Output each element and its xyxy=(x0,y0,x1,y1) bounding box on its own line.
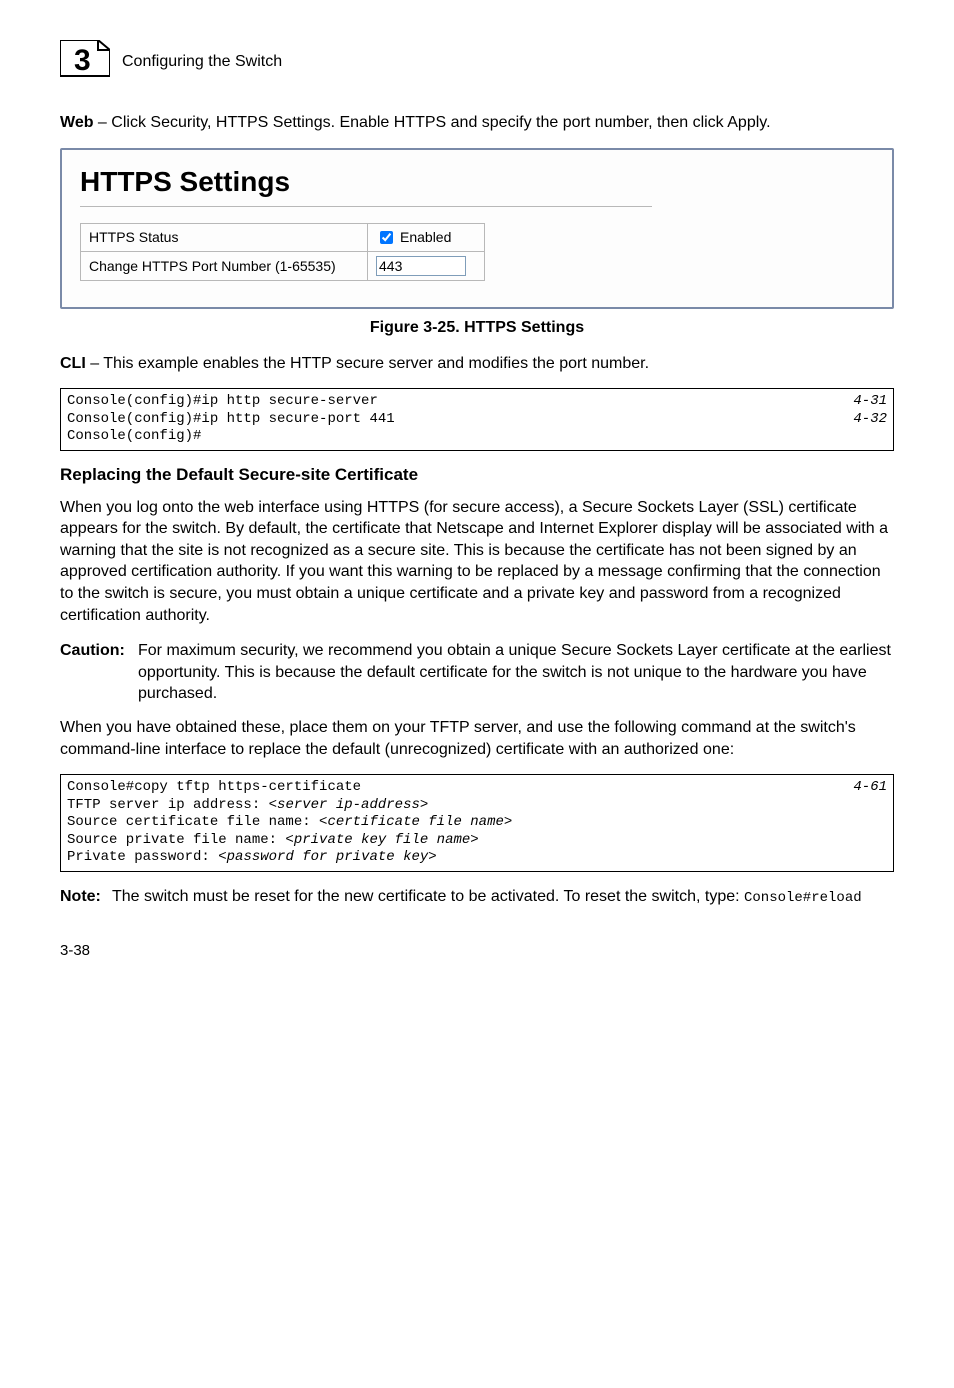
code-text: > xyxy=(428,849,436,865)
code-text: Source certificate file name: < xyxy=(67,814,327,830)
code-text: > xyxy=(470,832,478,848)
code-arg: password for private key xyxy=(227,849,429,865)
https-status-cell: Enabled xyxy=(368,223,485,251)
code-text: Source private file name: < xyxy=(67,832,294,848)
panel-divider xyxy=(80,206,652,207)
https-enabled-checkbox[interactable] xyxy=(380,231,393,244)
code-cmd: Console(config)# xyxy=(67,428,201,446)
port-number-cell xyxy=(368,251,485,280)
https-settings-panel: HTTPS Settings HTTPS Status Enabled Chan… xyxy=(60,148,894,309)
settings-table: HTTPS Status Enabled Change HTTPS Port N… xyxy=(80,223,485,281)
note-block: Note: The switch must be reset for the n… xyxy=(60,886,894,908)
caution-block: Caution: For maximum security, we recomm… xyxy=(60,640,894,705)
note-code: Console#reload xyxy=(744,890,862,906)
note-lead: Note: xyxy=(60,886,112,908)
code-text: > xyxy=(504,814,512,830)
cli-lead: CLI xyxy=(60,355,86,372)
caution-lead: Caution: xyxy=(60,640,138,705)
code-ref: 4-32 xyxy=(853,411,887,429)
note-text: The switch must be reset for the new cer… xyxy=(112,888,744,905)
chapter-tab-icon: 3 xyxy=(60,40,110,84)
breadcrumb: Configuring the Switch xyxy=(122,53,282,71)
table-row: Change HTTPS Port Number (1-65535) xyxy=(81,251,485,280)
port-number-input[interactable] xyxy=(376,256,466,276)
https-status-label: HTTPS Status xyxy=(81,223,368,251)
code-arg: server ip-address xyxy=(277,797,420,813)
web-lead: Web xyxy=(60,114,93,131)
code-arg: certificate file name xyxy=(327,814,503,830)
chapter-number: 3 xyxy=(74,44,91,77)
code-text: TFTP server ip address: < xyxy=(67,797,277,813)
caution-text: For maximum security, we recommend you o… xyxy=(138,640,894,705)
figure-caption: Figure 3-25. HTTPS Settings xyxy=(60,319,894,337)
cli-text: This example enables the HTTP secure ser… xyxy=(103,355,649,372)
port-number-label: Change HTTPS Port Number (1-65535) xyxy=(81,251,368,280)
cli-sep: – xyxy=(86,355,104,372)
code-text: Private password: < xyxy=(67,849,227,865)
paragraph-1: When you log onto the web interface usin… xyxy=(60,497,894,627)
web-text: Click Security, HTTPS Settings. Enable H… xyxy=(111,114,770,131)
note-body: The switch must be reset for the new cer… xyxy=(112,886,894,908)
code-block-1: Console(config)#ip http secure-server 4-3… xyxy=(60,388,894,451)
code-block-2: Console#copy tftp https-certificate 4-61 T… xyxy=(60,774,894,872)
code-ref: 4-31 xyxy=(853,393,887,411)
table-row: HTTPS Status Enabled xyxy=(81,223,485,251)
code-arg: private key file name xyxy=(294,832,470,848)
https-enabled-label: Enabled xyxy=(400,229,451,245)
page-header: 3 Configuring the Switch xyxy=(60,40,894,84)
page-number: 3-38 xyxy=(60,942,894,959)
paragraph-2: When you have obtained these, place them… xyxy=(60,717,894,760)
subheading: Replacing the Default Secure-site Certif… xyxy=(60,465,894,485)
code-cmd: Console(config)#ip http secure-server xyxy=(67,393,378,411)
panel-title: HTTPS Settings xyxy=(80,166,874,198)
web-sep: – xyxy=(93,114,111,131)
code-cmd: Console#copy tftp https-certificate xyxy=(67,779,361,797)
code-ref: 4-61 xyxy=(853,779,887,797)
web-intro-paragraph: Web – Click Security, HTTPS Settings. En… xyxy=(60,112,894,134)
cli-intro-paragraph: CLI – This example enables the HTTP secu… xyxy=(60,353,894,375)
code-cmd: Console(config)#ip http secure-port 441 xyxy=(67,411,395,429)
code-text: > xyxy=(420,797,428,813)
